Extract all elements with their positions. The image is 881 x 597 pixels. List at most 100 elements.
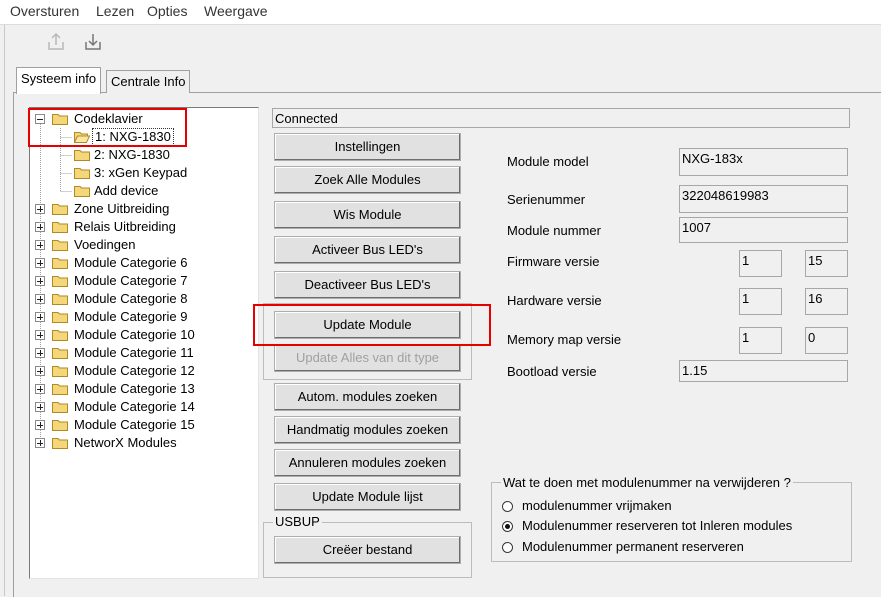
folder-icon: [52, 258, 68, 269]
expand-icon[interactable]: [35, 330, 45, 340]
tree-node-group[interactable]: Module Categorie 14: [30, 398, 250, 416]
tree-node-group[interactable]: Module Categorie 15: [30, 416, 250, 434]
tree-node-group[interactable]: Module Categorie 10: [30, 326, 250, 344]
collapse-icon[interactable]: [35, 114, 45, 124]
tree-node-group[interactable]: Module Categorie 6: [30, 254, 250, 272]
expand-icon[interactable]: [35, 258, 45, 268]
tree-node-group[interactable]: Module Categorie 9: [30, 308, 250, 326]
tree-node-codeklavier[interactable]: Codeklavier: [30, 110, 250, 128]
download-icon[interactable]: [82, 30, 104, 52]
expand-icon[interactable]: [35, 222, 45, 232]
tree-node-device-2[interactable]: 2: NXG-1830: [30, 146, 250, 164]
folder-icon: [52, 276, 68, 287]
expand-icon[interactable]: [35, 402, 45, 412]
radio-button[interactable]: [502, 542, 513, 553]
radio-button-selected[interactable]: [502, 521, 513, 532]
tree-node-group[interactable]: Module Categorie 12: [30, 362, 250, 380]
tree-node-group[interactable]: Relais Uitbreiding: [30, 218, 250, 236]
folder-open-icon: [74, 132, 90, 143]
module-nummer-label: Module nummer: [507, 223, 601, 238]
tree-node-label: Relais Uitbreiding: [74, 219, 176, 234]
tab-centrale-info[interactable]: Centrale Info: [106, 70, 191, 93]
hardware-label: Hardware versie: [507, 293, 602, 308]
radio-option-vrijmaken[interactable]: modulenummer vrijmaken: [502, 498, 832, 516]
menu-lezen[interactable]: Lezen: [96, 3, 134, 19]
memory-map-minor-field: 0: [805, 327, 848, 354]
firmware-major-field: 1: [739, 250, 782, 277]
tree-node-device-1[interactable]: 1: NXG-1830: [30, 128, 250, 146]
hardware-minor-field: 16: [805, 288, 848, 315]
update-module-lijst-button[interactable]: Update Module lijst: [274, 483, 461, 511]
tree-node-group[interactable]: Voedingen: [30, 236, 250, 254]
menu-oversturen[interactable]: Oversturen: [10, 3, 79, 19]
expand-icon[interactable]: [35, 294, 45, 304]
instellingen-button[interactable]: Instellingen: [274, 133, 461, 161]
tree-node-group[interactable]: Module Categorie 7: [30, 272, 250, 290]
tree-node-label: Module Categorie 15: [74, 417, 195, 432]
tree-node-label: Add device: [94, 183, 159, 198]
folder-icon: [52, 240, 68, 251]
folder-icon: [52, 330, 68, 341]
expand-icon[interactable]: [35, 204, 45, 214]
tree-node-label: Codeklavier: [74, 111, 143, 126]
folder-icon: [74, 150, 90, 161]
expand-icon[interactable]: [35, 384, 45, 394]
folder-icon: [74, 186, 90, 197]
update-alles-button: Update Alles van dit type: [274, 344, 461, 372]
firmware-label: Firmware versie: [507, 254, 600, 269]
folder-icon: [74, 168, 90, 179]
expand-icon[interactable]: [35, 420, 45, 430]
firmware-minor-field: 15: [805, 250, 848, 277]
tree-node-label: Module Categorie 12: [74, 363, 195, 378]
usbup-title: USBUP: [273, 514, 322, 529]
tree-node-group[interactable]: Zone Uitbreiding: [30, 200, 250, 218]
tree-node-group[interactable]: Module Categorie 11: [30, 344, 250, 362]
radio-label: Modulenummer permanent reserveren: [522, 539, 744, 554]
tree-node-group[interactable]: Module Categorie 13: [30, 380, 250, 398]
expand-icon[interactable]: [35, 312, 45, 322]
activeer-bus-leds-button[interactable]: Activeer Bus LED's: [274, 236, 461, 264]
tab-systeem-info[interactable]: Systeem info: [16, 67, 102, 94]
tree-node-label: Module Categorie 9: [74, 309, 188, 324]
menu-weergave[interactable]: Weergave: [204, 3, 268, 19]
expand-icon[interactable]: [35, 276, 45, 286]
tree-node-label: Module Categorie 13: [74, 381, 195, 396]
tree-node-label: 1: NXG-1830: [92, 128, 174, 146]
radio-option-reserveren-tot-inleren[interactable]: Modulenummer reserveren tot Inleren modu…: [502, 518, 832, 536]
radio-label: Modulenummer reserveren tot Inleren modu…: [522, 518, 793, 533]
expand-icon[interactable]: [35, 366, 45, 376]
tree-node-label: 2: NXG-1830: [94, 147, 170, 162]
zoek-alle-modules-button[interactable]: Zoek Alle Modules: [274, 166, 461, 194]
tree-node-label: Module Categorie 11: [74, 345, 194, 360]
expand-icon[interactable]: [35, 240, 45, 250]
radio-button[interactable]: [502, 501, 513, 512]
folder-icon: [52, 204, 68, 215]
tree-node-add-device[interactable]: Add device: [30, 182, 250, 200]
wis-module-button[interactable]: Wis Module: [274, 201, 461, 229]
memory-map-label: Memory map versie: [507, 332, 622, 347]
annuleren-modules-zoeken-button[interactable]: Annuleren modules zoeken: [274, 449, 461, 477]
creeer-bestand-button[interactable]: Creëer bestand: [274, 536, 461, 564]
tree-node-label: 3: xGen Keypad: [94, 165, 188, 180]
update-module-button[interactable]: Update Module: [274, 311, 461, 339]
tree-node-device-3[interactable]: 3: xGen Keypad: [30, 164, 250, 182]
module-number-group-title: Wat te doen met modulenummer na verwijde…: [501, 475, 793, 490]
radio-option-permanent-reserveren[interactable]: Modulenummer permanent reserveren: [502, 539, 832, 557]
tree-node-group[interactable]: NetworX Modules: [30, 434, 250, 452]
handmatig-modules-zoeken-button[interactable]: Handmatig modules zoeken: [274, 416, 461, 444]
expand-icon[interactable]: [35, 438, 45, 448]
autom-modules-zoeken-button[interactable]: Autom. modules zoeken: [274, 383, 461, 411]
window-edge: [4, 25, 5, 596]
expand-icon[interactable]: [35, 348, 45, 358]
tree-node-label: Module Categorie 6: [74, 255, 188, 270]
tree-node-group[interactable]: Module Categorie 8: [30, 290, 250, 308]
tree-node-label: Module Categorie 8: [74, 291, 188, 306]
hardware-major-field: 1: [739, 288, 782, 315]
module-tree[interactable]: Codeklavier 1: NXG-1830 2: NXG-1830 3: x…: [29, 107, 259, 579]
menu-opties[interactable]: Opties: [147, 3, 187, 19]
folder-icon: [52, 438, 68, 449]
upload-icon[interactable]: [45, 30, 67, 52]
module-model-label: Module model: [507, 154, 589, 169]
deactiveer-bus-leds-button[interactable]: Deactiveer Bus LED's: [274, 271, 461, 299]
folder-icon: [52, 222, 68, 233]
